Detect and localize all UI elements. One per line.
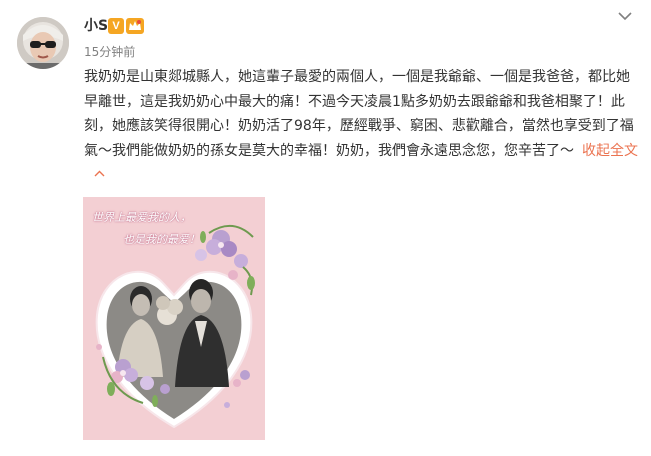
user-badges: V bbox=[108, 16, 144, 36]
post-body: 我奶奶是山東郯城縣人，她這輩子最愛的兩個人，一個是我爺爺、一個是我爸爸，都比她早… bbox=[84, 69, 634, 159]
post-text: 我奶奶是山東郯城縣人，她這輩子最愛的兩個人，一個是我爺爺、一個是我爸爸，都比她早… bbox=[84, 65, 640, 188]
chevron-up-icon[interactable] bbox=[94, 170, 105, 177]
chevron-down-icon[interactable] bbox=[617, 10, 633, 22]
post-timestamp[interactable]: 15分钟前 bbox=[84, 44, 135, 60]
avatar[interactable] bbox=[17, 17, 69, 69]
username[interactable]: 小S bbox=[84, 16, 108, 36]
avatar-image bbox=[17, 17, 69, 69]
collapse-text-link[interactable]: 收起全文 bbox=[582, 143, 638, 159]
weibo-post: 小S V 15分钟前 我奶奶是山東郯城縣人，她這輩子最愛的兩個人，一個是我爺爺、… bbox=[0, 0, 651, 456]
photo-caption-line-1: 世界上最爱我的人， bbox=[92, 211, 191, 224]
photo-caption: 世界上最爱我的人， 也是我的最爱！ bbox=[89, 207, 259, 251]
verified-v-icon[interactable]: V bbox=[108, 18, 124, 34]
post-image[interactable]: 世界上最爱我的人， 也是我的最爱！ bbox=[83, 197, 265, 440]
photo-caption-line-2: 也是我的最爱！ bbox=[123, 233, 200, 246]
crown-icon[interactable] bbox=[126, 18, 144, 34]
